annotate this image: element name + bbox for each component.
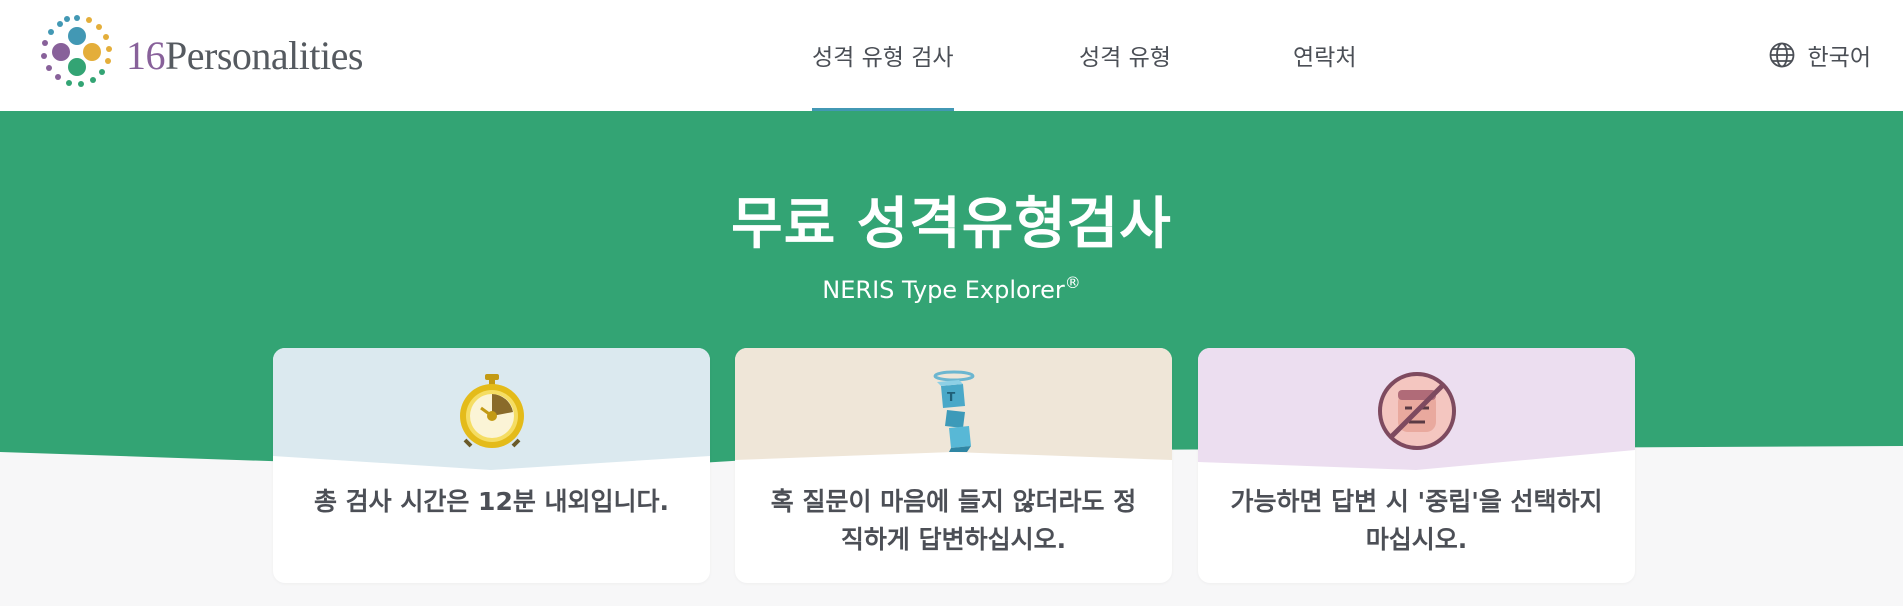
card-honesty-text: 혹 질문이 마음에 들지 않더라도 정직하게 답변하십시오. — [770, 487, 1137, 554]
logo-word: Personalities — [165, 32, 363, 78]
nav-personality-test[interactable]: 성격 유형 검사 — [812, 38, 954, 112]
logo-dots-icon — [41, 15, 112, 87]
logo-number: 16 — [126, 32, 166, 78]
info-card-neutral: 가능하면 답변 시 '중립'을 선택하지 마십시오. — [1198, 348, 1635, 583]
card-neutral-text: 가능하면 답변 시 '중립'을 선택하지 마십시오. — [1230, 487, 1603, 554]
stopwatch-icon — [460, 374, 524, 448]
hero-title: 무료 성격유형검사 — [731, 192, 1172, 257]
card-time-text: 총 검사 시간은 12분 내외입니다. — [313, 487, 670, 516]
angel-blocks-icon: T — [933, 370, 975, 452]
site-header: 16Personalities 성격 유형 검사 성격 유형 연락처 한국어 — [0, 0, 1903, 112]
hero-subtitle: NERIS Type Explorer® — [0, 273, 1903, 304]
site-logo[interactable]: 16Personalities — [36, 15, 363, 95]
svg-text:T: T — [947, 390, 956, 404]
globe-icon — [1769, 42, 1794, 68]
nav-personality-types[interactable]: 성격 유형 — [1079, 38, 1171, 72]
language-selector[interactable]: 한국어 — [1768, 38, 1871, 72]
registered-mark: ® — [1064, 273, 1081, 292]
hero-subtitle-text: NERIS Type Explorer — [822, 276, 1065, 304]
logo-wordmark: 16Personalities — [126, 32, 363, 79]
nav-contact[interactable]: 연락처 — [1293, 38, 1356, 72]
info-card-time: 총 검사 시간은 12분 내외입니다. — [273, 348, 710, 583]
language-label: 한국어 — [1807, 45, 1871, 71]
info-card-honesty: T 혹 질문이 마음에 들지 않더라도 정직하게 답변하십시오. — [735, 348, 1172, 583]
no-neutral-face-icon — [1378, 372, 1456, 450]
